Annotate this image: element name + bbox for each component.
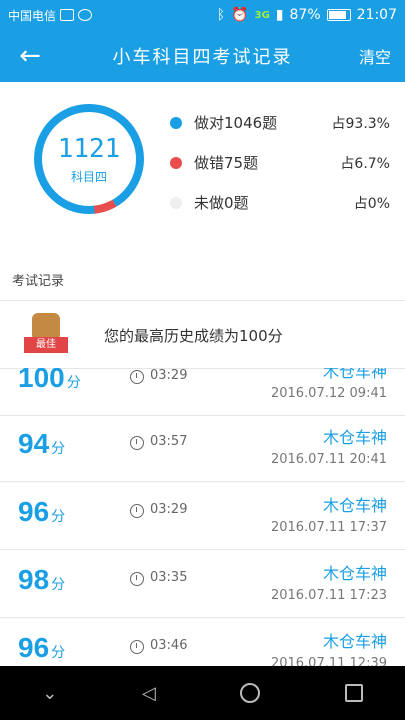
bluetooth-icon: ᛒ xyxy=(216,7,226,23)
battery-icon xyxy=(326,9,351,21)
record-date: 2016.07.11 17:23 xyxy=(270,588,387,603)
battery-percent: 87% xyxy=(289,7,321,23)
correct-label: 做对1046题 xyxy=(194,114,278,132)
record-score: 96 分 xyxy=(18,496,66,527)
score-donut-chart: 1121 科目四 xyxy=(34,104,144,214)
exam-record-list[interactable]: 100 分 03:29 木仓车神 2016.07.12 09:41 94 分 03:… xyxy=(0,368,405,668)
network-type: 3G xyxy=(254,9,270,21)
record-row[interactable]: 100 分 03:29 木仓车神 2016.07.12 09:41 xyxy=(0,368,405,416)
best-badge-icon: 最佳 xyxy=(24,313,68,357)
app-header: ← 小车科目四考试记录 清空 xyxy=(0,30,405,82)
correct-pct: 占93.3% xyxy=(331,115,390,132)
record-name: 木仓车神 xyxy=(322,632,387,651)
record-row[interactable]: 96 分 03:29 木仓车神 2016.07.11 17:37 xyxy=(0,482,405,550)
status-bar: 中国电信 ᛒ ⏰ 3G ▮ 87% 21:07 xyxy=(0,0,405,30)
record-name: 木仓车神 xyxy=(322,428,387,447)
record-duration: 03:29 xyxy=(150,368,188,383)
record-duration: 03:35 xyxy=(150,570,188,585)
wrong-pct: 占6.7% xyxy=(340,155,390,172)
record-date: 2016.07.11 20:41 xyxy=(270,452,387,467)
legend-undone: 未做0题 占0% xyxy=(170,192,390,213)
record-row[interactable]: 96 分 03:46 木仓车神 2016.07.11 12:39 xyxy=(0,618,405,668)
clock-icon xyxy=(130,370,144,384)
clear-button[interactable]: 清空 xyxy=(345,44,405,68)
best-score-text: 您的最高历史成绩为100分 xyxy=(104,326,283,345)
legend-correct: 做对1046题 占93.3% xyxy=(170,112,390,133)
best-score-banner: 最佳 您的最高历史成绩为100分 xyxy=(0,302,405,368)
correct-dot-icon xyxy=(170,116,182,129)
undone-pct: 占0% xyxy=(353,195,390,212)
subject-label: 科目四 xyxy=(70,169,107,184)
chevron-down-icon[interactable]: ⌄ xyxy=(42,683,57,704)
back-triangle-icon[interactable]: ◁ xyxy=(142,683,156,704)
clock-icon xyxy=(130,640,144,654)
home-circle-icon[interactable] xyxy=(240,683,261,703)
record-date: 2016.07.12 09:41 xyxy=(270,386,387,401)
carrier-label: 中国电信 xyxy=(8,8,57,23)
system-nav-bar: ⌄ ◁ xyxy=(0,666,405,720)
back-button[interactable]: ← xyxy=(0,30,60,82)
record-name: 木仓车神 xyxy=(322,564,387,583)
record-row[interactable]: 94 分 03:57 木仓车神 2016.07.11 20:41 xyxy=(0,414,405,482)
best-badge-label: 最佳 xyxy=(24,337,68,353)
divider xyxy=(0,300,405,301)
alarm-icon: ⏰ xyxy=(231,7,249,23)
page-title: 小车科目四考试记录 xyxy=(112,47,293,68)
section-label: 考试记录 xyxy=(12,274,65,289)
signal-icon: ▮ xyxy=(275,7,284,23)
clock-icon xyxy=(130,504,144,518)
record-duration: 03:57 xyxy=(150,434,188,449)
record-score: 100 分 xyxy=(18,368,81,393)
arrow-left-icon: ← xyxy=(19,41,41,71)
undone-dot-icon xyxy=(170,196,182,209)
record-name: 木仓车神 xyxy=(322,368,387,381)
undone-label: 未做0题 xyxy=(194,194,249,212)
legend-wrong: 做错75题 占6.7% xyxy=(170,152,390,173)
record-duration: 03:46 xyxy=(150,638,188,653)
record-date: 2016.07.11 17:37 xyxy=(270,520,387,535)
wrong-label: 做错75题 xyxy=(194,154,259,172)
record-score: 98 分 xyxy=(18,564,66,595)
record-duration: 03:29 xyxy=(150,502,188,517)
total-count: 1121 xyxy=(57,133,121,164)
clock-icon xyxy=(130,436,144,450)
recents-square-icon[interactable] xyxy=(344,684,363,702)
wrong-dot-icon xyxy=(170,156,182,169)
summary-panel: 1121 科目四 做对1046题 占93.3% 做错75题 占6.7% 未做0题… xyxy=(0,82,405,252)
record-name: 木仓车神 xyxy=(322,496,387,515)
record-score: 94 分 xyxy=(18,428,66,459)
clock-time: 21:07 xyxy=(356,7,397,23)
record-score: 96 分 xyxy=(18,632,66,663)
notification-icon xyxy=(78,9,93,21)
message-icon xyxy=(60,9,75,21)
clock-icon xyxy=(130,572,144,586)
record-row[interactable]: 98 分 03:35 木仓车神 2016.07.11 17:23 xyxy=(0,550,405,618)
